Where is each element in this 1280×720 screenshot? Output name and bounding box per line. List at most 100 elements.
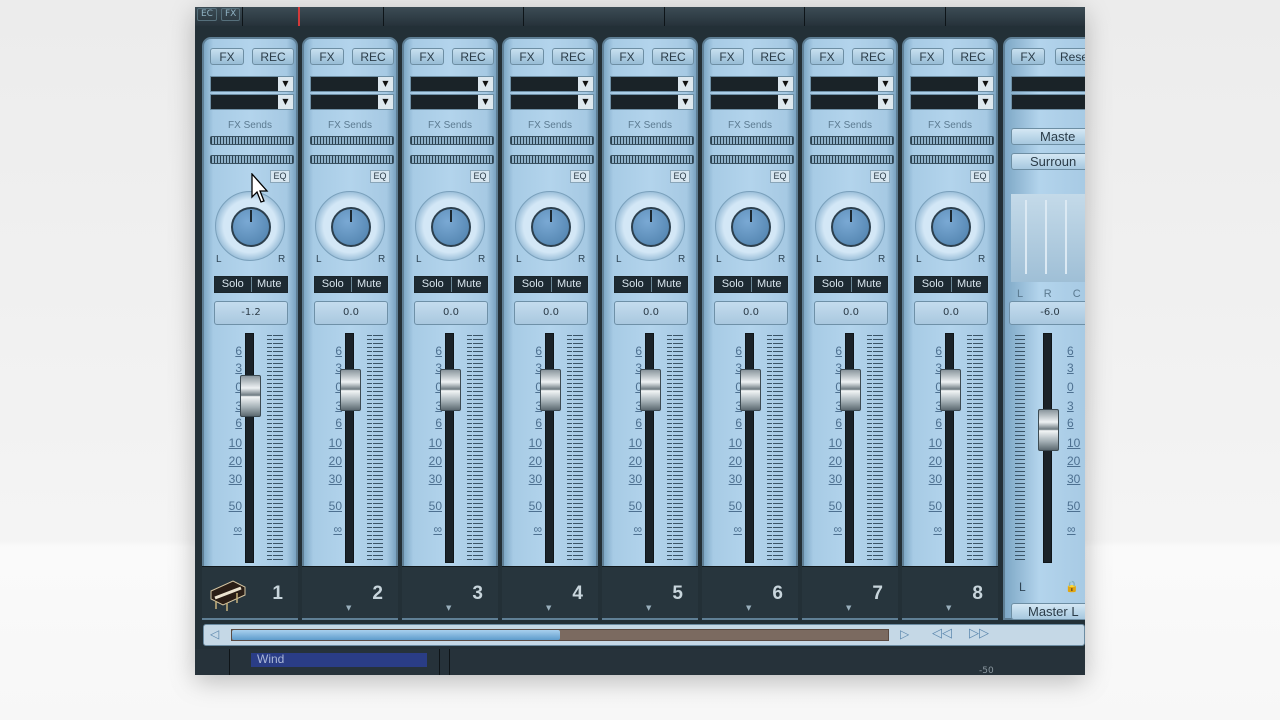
pan-knob[interactable] [615,191,685,261]
rec-button[interactable]: REC [752,48,794,65]
fader-track[interactable] [245,333,254,563]
solo-button[interactable]: Solo [715,277,751,292]
scroll-right-icon[interactable]: ▷ [900,627,909,641]
eq-button[interactable]: EQ [770,170,790,183]
track-name[interactable]: Wind [251,653,427,667]
channel-label[interactable]: ▼ 4 [502,566,598,618]
master-insert-slot[interactable] [1011,76,1085,92]
pan-knob[interactable] [415,191,485,261]
channel-label[interactable]: ▼ 6 [702,566,798,618]
mute-button[interactable]: Mute [650,277,688,292]
dropdown-arrow-icon[interactable]: ▼ [678,95,693,109]
dropdown-arrow-icon[interactable]: ▼ [778,77,793,91]
insert-slot[interactable]: ▼ [310,94,394,110]
fader-track[interactable] [445,333,454,563]
dropdown-arrow-icon[interactable]: ▼ [478,95,493,109]
channel-dropdown-icon[interactable]: ▼ [846,604,851,612]
dropdown-arrow-icon[interactable]: ▼ [678,77,693,91]
volume-fader[interactable] [740,369,761,411]
channel-dropdown-icon[interactable]: ▼ [946,604,951,612]
fx-send-slider[interactable] [910,136,994,145]
solo-button[interactable]: Solo [415,277,451,292]
solo-button[interactable]: Solo [515,277,551,292]
fx-button[interactable]: FX [710,48,744,65]
rec-button[interactable]: REC [952,48,994,65]
fx-send-slider[interactable] [210,155,294,164]
fx-send-slider[interactable] [210,136,294,145]
mute-button[interactable]: Mute [750,277,788,292]
insert-slot[interactable]: ▼ [610,76,694,92]
dropdown-arrow-icon[interactable]: ▼ [278,77,293,91]
volume-readout[interactable]: 0.0 [314,301,388,325]
fx-send-slider[interactable] [510,155,594,164]
volume-readout[interactable]: 0.0 [714,301,788,325]
fader-track[interactable] [845,333,854,563]
fx-send-slider[interactable] [610,155,694,164]
fx-send-slider[interactable] [810,136,894,145]
channel-dropdown-icon[interactable]: ▼ [546,604,551,612]
insert-slot[interactable]: ▼ [910,76,994,92]
volume-fader[interactable] [340,369,361,411]
dropdown-arrow-icon[interactable]: ▼ [878,77,893,91]
piano-icon[interactable] [207,571,249,613]
mixer-scrollbar[interactable]: ◁ ▷ ◁◁ ▷▷ [203,624,1085,646]
channel-dropdown-icon[interactable]: ▼ [346,604,351,612]
channel-label[interactable]: ▼ 8 [902,566,998,618]
rec-button[interactable]: REC [352,48,394,65]
pan-knob-cap[interactable] [231,207,271,247]
channel-dropdown-icon[interactable]: ▼ [646,604,651,612]
scroll-left-icon[interactable]: ◁ [210,627,219,641]
eq-button[interactable]: EQ [670,170,690,183]
insert-slot[interactable]: ▼ [210,94,294,110]
rec-button[interactable]: REC [252,48,294,65]
fx-send-slider[interactable] [710,155,794,164]
volume-fader[interactable] [240,375,261,417]
fx-send-slider[interactable] [610,136,694,145]
channel-label[interactable]: 1 [202,566,298,618]
volume-fader[interactable] [640,369,661,411]
fast-forward-icon[interactable]: ▷▷ [969,626,989,641]
pan-knob[interactable] [915,191,985,261]
volume-readout[interactable]: 0.0 [514,301,588,325]
dropdown-arrow-icon[interactable]: ▼ [978,77,993,91]
master-fx-button[interactable]: FX [1011,48,1045,65]
pan-knob[interactable] [315,191,385,261]
master-insert-slot[interactable] [1011,94,1085,110]
dropdown-arrow-icon[interactable]: ▼ [378,77,393,91]
pan-knob-cap[interactable] [331,207,371,247]
pan-knob[interactable] [515,191,585,261]
volume-readout[interactable]: 0.0 [814,301,888,325]
rec-button[interactable]: REC [652,48,694,65]
insert-slot[interactable]: ▼ [710,76,794,92]
mute-button[interactable]: Mute [950,277,988,292]
playhead-marker[interactable] [298,7,300,26]
dropdown-arrow-icon[interactable]: ▼ [778,95,793,109]
channel-dropdown-icon[interactable]: ▼ [746,604,751,612]
dropdown-arrow-icon[interactable]: ▼ [578,77,593,91]
insert-slot[interactable]: ▼ [810,76,894,92]
lock-icon[interactable]: 🔒 [1065,580,1079,593]
fx-send-slider[interactable] [410,136,494,145]
channel-label[interactable]: ▼ 3 [402,566,498,618]
fx-toggle-button[interactable]: FX [220,8,241,21]
scroll-track[interactable] [231,629,889,641]
fx-button[interactable]: FX [510,48,544,65]
mute-button[interactable]: Mute [250,277,288,292]
mute-button[interactable]: Mute [450,277,488,292]
dropdown-arrow-icon[interactable]: ▼ [578,95,593,109]
solo-button[interactable]: Solo [215,277,251,292]
scroll-thumb[interactable] [232,630,560,640]
insert-slot[interactable]: ▼ [510,94,594,110]
channel-label[interactable]: ▼ 2 [302,566,398,618]
fx-button[interactable]: FX [410,48,444,65]
fx-send-slider[interactable] [810,155,894,164]
pan-knob-cap[interactable] [731,207,771,247]
master-reset-button[interactable]: Rese [1055,48,1085,65]
insert-slot[interactable]: ▼ [410,76,494,92]
mute-button[interactable]: Mute [850,277,888,292]
insert-slot[interactable]: ▼ [910,94,994,110]
fx-button[interactable]: FX [210,48,244,65]
master-volume-readout[interactable]: -6.0 [1009,301,1085,325]
fx-send-slider[interactable] [510,136,594,145]
insert-slot[interactable]: ▼ [510,76,594,92]
